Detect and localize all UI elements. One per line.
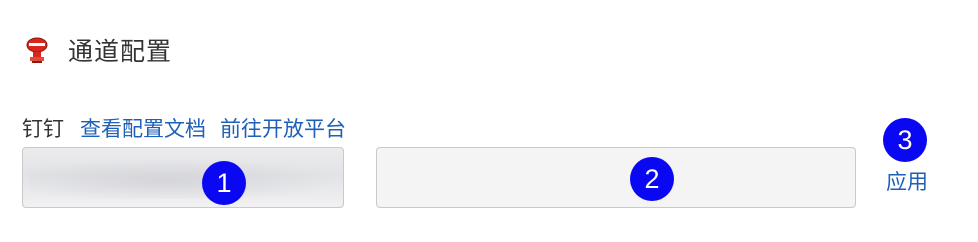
annotation-marker-2: 2 — [630, 157, 674, 201]
section-header: 通道配置 — [22, 30, 172, 70]
apply-button[interactable]: 应用 — [886, 166, 928, 196]
config-input-1[interactable] — [23, 148, 343, 207]
provider-name: 钉钉 — [22, 117, 64, 141]
annotation-marker-3: 3 — [883, 118, 927, 162]
annotation-marker-1: 1 — [202, 161, 246, 205]
view-config-docs-link[interactable]: 查看配置文档 — [80, 113, 206, 143]
provider-row: 钉钉 查看配置文档 前往开放平台 — [22, 112, 360, 144]
config-input-2[interactable] — [377, 148, 855, 207]
config-input-1-wrapper — [22, 147, 344, 208]
dingtalk-robot-icon — [22, 35, 52, 65]
open-platform-link[interactable]: 前往开放平台 — [220, 113, 346, 143]
section-title: 通道配置 — [68, 37, 173, 66]
channel-config-panel: 通道配置 钉钉 查看配置文档 前往开放平台 1 2 3 应用 — [0, 0, 978, 242]
config-input-2-wrapper — [376, 147, 856, 208]
